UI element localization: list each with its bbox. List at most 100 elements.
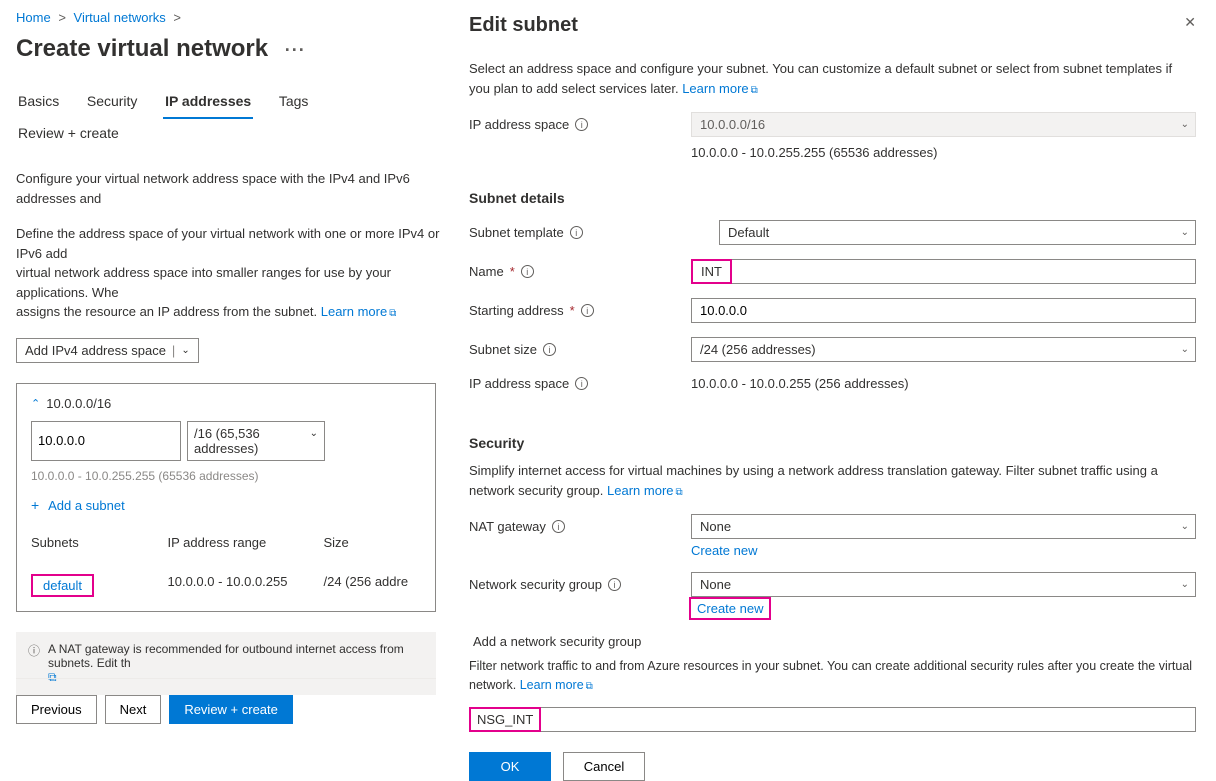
cancel-button[interactable]: Cancel <box>563 752 645 781</box>
previous-button[interactable]: Previous <box>16 695 97 724</box>
page-title: Create virtual network ··· <box>16 35 455 63</box>
learn-more-link[interactable]: Learn more⧉ <box>682 81 758 96</box>
tab-basics[interactable]: Basics <box>16 87 61 117</box>
subnet-size-select[interactable]: /24 (256 addresses) ⌄ <box>691 337 1196 362</box>
add-ipv4-dropdown[interactable]: Add IPv4 address space | ⌄ <box>16 338 199 363</box>
desc-line-1: Configure your virtual network address s… <box>16 169 455 208</box>
review-create-button[interactable]: Review + create <box>169 695 293 724</box>
row-nsg: Network security group i None ⌄ <box>469 572 1196 597</box>
nsg-create-new-link[interactable]: Create new <box>691 599 769 618</box>
size-select[interactable]: /16 (65,536 addresses) ⌄ <box>187 421 325 461</box>
row-ip-address-space: IP address space i 10.0.0.0/16 ⌄ <box>469 112 1196 137</box>
breadcrumb-vnets[interactable]: Virtual networks <box>74 10 166 25</box>
address-range-note: 10.0.0.0 - 10.0.255.255 (65536 addresses… <box>31 469 421 483</box>
ip-space-value: 10.0.0.0/16 <box>700 117 765 132</box>
row-name: Name * i INT <box>469 259 1196 284</box>
row-nat-gateway: NAT gateway i None ⌄ <box>469 514 1196 539</box>
info-icon[interactable]: i <box>552 520 565 533</box>
ip-space-range-text: 10.0.0.0 - 10.0.255.255 (65536 addresses… <box>691 145 1196 160</box>
info-icon[interactable]: i <box>521 265 534 278</box>
edit-subnet-panel: ✕ Edit subnet Select an address space an… <box>455 0 1216 728</box>
add-nsg-title: Add a network security group <box>473 634 1196 649</box>
panel-footer: OK Cancel <box>469 752 1196 781</box>
tab-ip-addresses[interactable]: IP addresses <box>163 87 253 119</box>
section-subnet-details: Subnet details <box>469 190 1196 206</box>
chevron-down-icon: ⌄ <box>1181 344 1189 355</box>
breadcrumb-home[interactable]: Home <box>16 10 51 25</box>
ip-input[interactable] <box>31 421 181 461</box>
template-value: Default <box>728 225 769 240</box>
info-icon[interactable]: i <box>543 343 556 356</box>
ip-space2-label: IP address space <box>469 376 569 391</box>
learn-more-link[interactable]: Learn more⧉ <box>321 304 397 319</box>
learn-more-link[interactable]: Learn more⧉ <box>607 483 683 498</box>
more-icon[interactable]: ··· <box>285 40 306 60</box>
name-label: Name <box>469 264 504 279</box>
info-icon[interactable]: i <box>608 578 621 591</box>
tab-review[interactable]: Review + create <box>16 119 121 149</box>
chevron-down-icon: ⌄ <box>1181 227 1189 238</box>
th-size: Size <box>324 535 422 550</box>
add-subnet-link[interactable]: + Add a subnet <box>31 497 421 513</box>
external-link-icon: ⧉ <box>586 681 593 692</box>
subnet-default-link[interactable]: default <box>31 574 94 597</box>
template-select[interactable]: Default ⌄ <box>719 220 1196 245</box>
tab-tags[interactable]: Tags <box>277 87 311 117</box>
tabs: Basics Security IP addresses Tags Review… <box>16 87 455 149</box>
page-title-text: Create virtual network <box>16 35 268 62</box>
next-button[interactable]: Next <box>105 695 162 724</box>
start-label: Starting address <box>469 303 564 318</box>
nat-gateway-select[interactable]: None ⌄ <box>691 514 1196 539</box>
breadcrumb: Home > Virtual networks > <box>16 10 455 25</box>
name-input[interactable]: INT <box>691 259 732 284</box>
info-icon[interactable]: i <box>575 377 588 390</box>
row-ip-range-note: 10.0.0.0 - 10.0.255.255 (65536 addresses… <box>469 145 1196 160</box>
address-inputs: /16 (65,536 addresses) ⌄ <box>31 421 421 461</box>
info-icon[interactable]: i <box>570 226 583 239</box>
nsg-label: Network security group <box>469 577 602 592</box>
nsg-select[interactable]: None ⌄ <box>691 572 1196 597</box>
template-label: Subnet template <box>469 225 564 240</box>
desc-line-4: assigns the resource an IP address from … <box>16 302 455 322</box>
chevron-down-icon: ⌄ <box>1181 521 1189 532</box>
add-ipv4-label: Add IPv4 address space <box>25 343 166 358</box>
ip-space2-value: 10.0.0.0 - 10.0.0.255 (256 addresses) <box>691 376 1196 391</box>
subnet-size-value: /24 (256 addresses) <box>700 342 816 357</box>
add-nsg-section: Add a network security group Filter netw… <box>469 634 1196 732</box>
chevron-down-icon: ⌄ <box>1181 579 1189 590</box>
desc-line-3: virtual network address space into small… <box>16 263 455 302</box>
desc-line-2: Define the address space of your virtual… <box>16 224 455 263</box>
row-starting-address: Starting address * i <box>469 298 1196 323</box>
required-indicator: * <box>570 303 575 318</box>
subnet-table: Subnets IP address range Size default 10… <box>31 535 421 611</box>
tab-security[interactable]: Security <box>85 87 140 117</box>
cell-range: 10.0.0.0 - 10.0.0.255 <box>168 574 324 597</box>
nat-create-new-link[interactable]: Create new <box>691 543 757 558</box>
section-security: Security <box>469 435 1196 451</box>
learn-more-link[interactable]: Learn more⧉ <box>520 678 593 692</box>
ip-space-select[interactable]: 10.0.0.0/16 ⌄ <box>691 112 1196 137</box>
table-row: default 10.0.0.0 - 10.0.0.255 /24 (256 a… <box>31 574 421 611</box>
chevron-up-icon: ⌃ <box>31 397 40 410</box>
nsg-value: None <box>700 577 731 592</box>
ip-space-label: IP address space <box>469 117 569 132</box>
th-range: IP address range <box>168 535 324 550</box>
nat-label: NAT gateway <box>469 519 546 534</box>
info-icon[interactable]: i <box>575 118 588 131</box>
nat-gateway-value: None <box>700 519 731 534</box>
close-icon[interactable]: ✕ <box>1184 14 1196 31</box>
address-header[interactable]: ⌃ 10.0.0.0/16 <box>31 396 421 411</box>
panel-title: Edit subnet <box>469 14 1196 37</box>
required-indicator: * <box>510 264 515 279</box>
row-ip-space-result: IP address space i 10.0.0.0 - 10.0.0.255… <box>469 376 1196 391</box>
plus-icon: + <box>31 497 39 513</box>
starting-address-input[interactable] <box>691 298 1196 323</box>
info-icon[interactable]: i <box>581 304 594 317</box>
external-link-icon: ⧉ <box>676 487 683 498</box>
panel-description: Select an address space and configure yo… <box>469 59 1196 98</box>
chevron-down-icon: ⌄ <box>181 345 189 356</box>
ok-button[interactable]: OK <box>469 752 551 781</box>
address-cidr: 10.0.0.0/16 <box>46 396 111 411</box>
left-pane: Home > Virtual networks > Create virtual… <box>0 0 455 728</box>
info-icon: ⓘ <box>28 642 40 659</box>
